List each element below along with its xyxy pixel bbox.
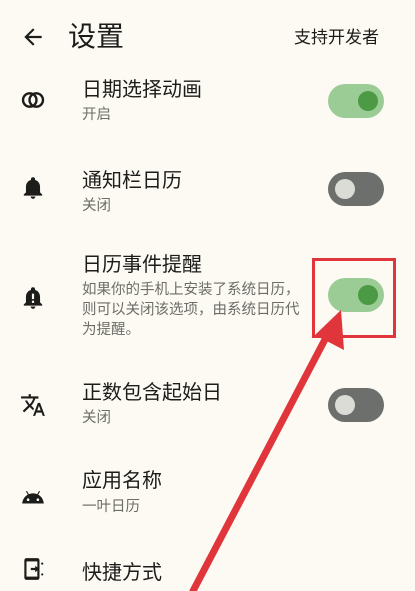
notification-calendar-toggle[interactable] (328, 172, 384, 206)
setting-title: 通知栏日历 (82, 168, 182, 192)
setting-date-picker-animation[interactable]: 日期选择动画 开启 (0, 72, 415, 152)
setting-notification-calendar[interactable]: 通知栏日历 关闭 (0, 152, 415, 242)
page-title: 设置 (68, 20, 125, 53)
app-bar: 设置 支持开发者 (0, 0, 415, 72)
setting-subtitle: 关闭 (82, 198, 111, 214)
setting-title: 应用名称 (82, 468, 162, 492)
back-arrow-icon[interactable] (20, 24, 46, 50)
circles-icon (21, 92, 45, 108)
toggle-knob (358, 91, 378, 111)
setting-title: 快捷方式 (82, 560, 162, 584)
toggle-knob (335, 395, 355, 415)
bell-icon (23, 177, 43, 199)
android-icon (22, 490, 44, 504)
setting-subtitle: 一叶日历 (82, 499, 140, 515)
setting-title: 日期选择动画 (82, 77, 202, 101)
setting-count-includes-start-day[interactable]: 正数包含起始日 关闭 (0, 362, 415, 450)
highlight-box (312, 258, 396, 338)
setting-title: 正数包含起始日 (82, 380, 222, 404)
setting-title: 日历事件提醒 (82, 252, 202, 276)
setting-subtitle: 关闭 (82, 410, 111, 426)
bell-alert-icon (23, 287, 43, 309)
setting-shortcuts[interactable]: 快捷方式 (0, 540, 415, 591)
shortcut-icon (24, 558, 44, 580)
support-developer-button[interactable]: 支持开发者 (294, 27, 379, 49)
translate-icon (21, 394, 45, 416)
setting-subtitle: 如果你的手机上安装了系统日历，则可以关闭该选项，由系统日历代为提醒。 (82, 282, 300, 338)
count-includes-start-day-toggle[interactable] (328, 388, 384, 422)
setting-app-name[interactable]: 应用名称 一叶日历 (0, 450, 415, 540)
setting-subtitle: 开启 (82, 107, 111, 123)
date-animation-toggle[interactable] (328, 84, 384, 118)
toggle-knob (335, 179, 355, 199)
